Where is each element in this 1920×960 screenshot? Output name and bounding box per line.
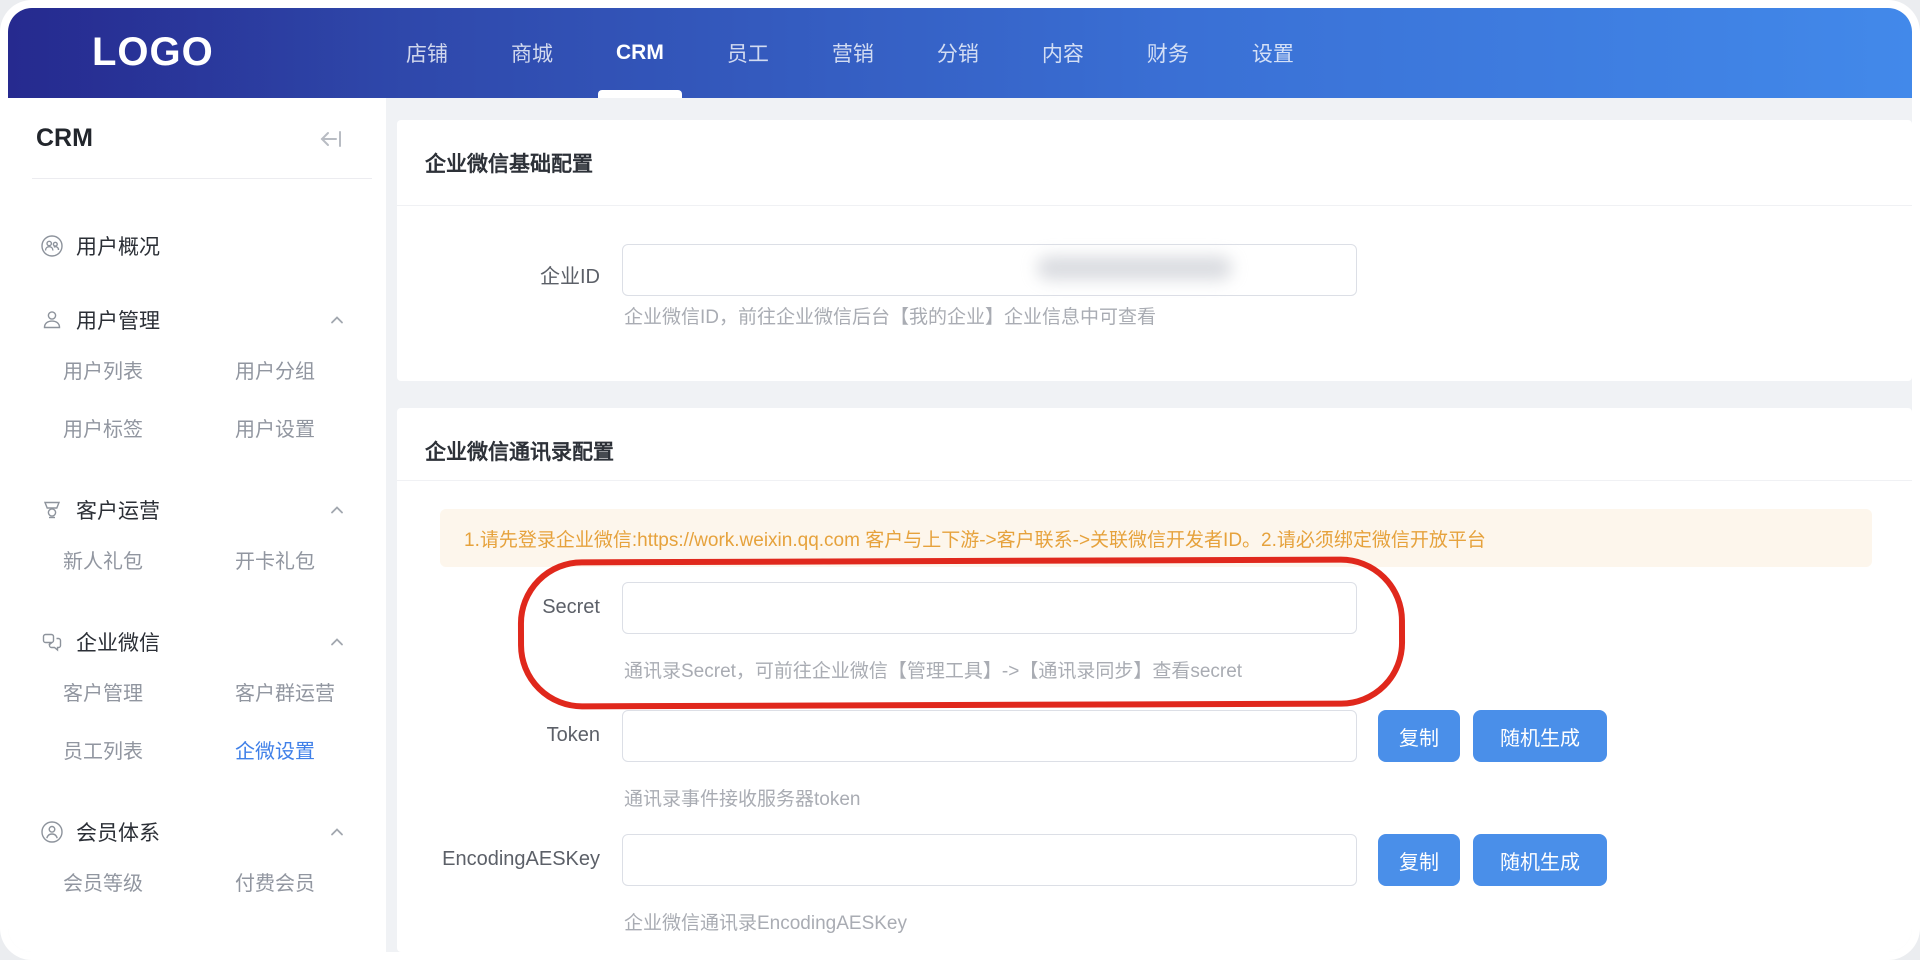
secret-help: 通讯录Secret，可前往企业微信【管理工具】->【通讯录同步】查看secret xyxy=(624,656,1242,683)
sidebar-subitem-wework-settings[interactable]: 企微设置 xyxy=(235,723,386,781)
token-label: Token xyxy=(397,724,600,747)
sidebar-subitem-member-level[interactable]: 会员等级 xyxy=(63,855,235,913)
sidebar-subitem-customer-management[interactable]: 客户管理 xyxy=(63,665,235,723)
top-nav-bar: LOGO 店铺 商城 CRM 员工 营销 分销 内容 财务 设置 xyxy=(8,8,1912,98)
sidebar-subitem-user-setting[interactable]: 用户设置 xyxy=(235,401,386,459)
nav-tab-settings[interactable]: 设置 xyxy=(1250,8,1296,98)
aeskey-copy-button[interactable]: 复制 xyxy=(1378,834,1460,886)
chevron-up-icon[interactable] xyxy=(328,311,346,329)
token-input[interactable] xyxy=(622,710,1357,762)
logo: LOGO xyxy=(92,30,214,75)
sidebar-subitem-staff-list[interactable]: 员工列表 xyxy=(63,723,235,781)
section-divider xyxy=(397,480,1912,481)
sidebar-subitem-newcomer-gift[interactable]: 新人礼包 xyxy=(63,533,235,591)
sidebar-subitem-user-group[interactable]: 用户分组 xyxy=(235,343,386,401)
users-overview-icon xyxy=(40,234,64,258)
chevron-up-icon[interactable] xyxy=(328,633,346,651)
user-icon xyxy=(40,308,64,332)
section-wework-contacts-config: 企业微信通讯录配置 1.请先登录企业微信:https://work.weixin… xyxy=(397,408,1912,952)
section-title: 企业微信基础配置 xyxy=(425,148,593,178)
collapse-left-icon xyxy=(318,126,344,152)
chevron-up-icon[interactable] xyxy=(328,823,346,841)
sidebar-item-wework[interactable]: 企业微信 xyxy=(8,619,386,665)
nav-tab-store[interactable]: 店铺 xyxy=(404,8,450,98)
nav-tab-marketing[interactable]: 营销 xyxy=(830,8,876,98)
nav-tab-mall[interactable]: 商城 xyxy=(509,8,555,98)
chevron-up-icon[interactable] xyxy=(328,501,346,519)
customer-operation-icon xyxy=(40,498,64,522)
sidebar-item-label: 客户运营 xyxy=(76,495,328,525)
token-help: 通讯录事件接收服务器token xyxy=(624,784,860,811)
aeskey-input[interactable] xyxy=(622,834,1357,886)
member-icon xyxy=(40,820,64,844)
nav-tab-finance[interactable]: 财务 xyxy=(1145,8,1191,98)
nav-tab-distribution[interactable]: 分销 xyxy=(935,8,981,98)
sidebar-title: CRM xyxy=(36,124,93,153)
secret-label: Secret xyxy=(397,596,600,619)
sidebar-collapse-button[interactable] xyxy=(318,126,344,152)
sidebar-subitem-customer-group-operation[interactable]: 客户群运营 xyxy=(235,665,386,723)
sidebar-item-customer-operation[interactable]: 客户运营 xyxy=(8,487,386,533)
sidebar-item-label: 用户管理 xyxy=(76,305,328,335)
secret-input[interactable] xyxy=(622,582,1357,634)
aeskey-random-generate-button[interactable]: 随机生成 xyxy=(1473,834,1607,886)
nav-tab-content[interactable]: 内容 xyxy=(1040,8,1086,98)
corp-id-label: 企业ID xyxy=(397,260,600,289)
sidebar-subitem-card-gift[interactable]: 开卡礼包 xyxy=(235,533,386,591)
app-window: LOGO 店铺 商城 CRM 员工 营销 分销 内容 财务 设置 CRM xyxy=(8,8,1912,952)
section-divider xyxy=(397,205,1912,206)
token-copy-button[interactable]: 复制 xyxy=(1378,710,1460,762)
corp-id-input[interactable] xyxy=(622,244,1357,296)
section-title: 企业微信通讯录配置 xyxy=(425,436,614,466)
sidebar-subitem-user-tag[interactable]: 用户标签 xyxy=(63,401,235,459)
main-content: 企业微信基础配置 企业ID 企业微信ID，前往企业微信后台【我的企业】企业信息中… xyxy=(397,98,1912,952)
primary-nav: 店铺 商城 CRM 员工 营销 分销 内容 财务 设置 xyxy=(404,8,1296,98)
sidebar-item-user-management[interactable]: 用户管理 xyxy=(8,297,386,343)
notice-banner: 1.请先登录企业微信:https://work.weixin.qq.com 客户… xyxy=(440,509,1872,567)
aeskey-label: EncodingAESKey xyxy=(397,848,600,871)
sidebar: CRM xyxy=(8,98,386,952)
sidebar-item-user-overview[interactable]: 用户概况 xyxy=(8,223,386,269)
nav-tab-staff[interactable]: 员工 xyxy=(725,8,771,98)
sidebar-subitem-user-list[interactable]: 用户列表 xyxy=(63,343,235,401)
sidebar-item-membership[interactable]: 会员体系 xyxy=(8,809,386,855)
sidebar-item-label: 企业微信 xyxy=(76,627,328,657)
corp-id-help: 企业微信ID，前往企业微信后台【我的企业】企业信息中可查看 xyxy=(624,302,1156,329)
sidebar-item-label: 用户概况 xyxy=(76,231,346,261)
sidebar-menu: 用户概况 用户管理 xyxy=(8,179,386,913)
wework-chat-icon xyxy=(40,630,64,654)
nav-tab-crm[interactable]: CRM xyxy=(614,8,666,98)
aeskey-help: 企业微信通讯录EncodingAESKey xyxy=(624,908,907,935)
token-random-generate-button[interactable]: 随机生成 xyxy=(1473,710,1607,762)
sidebar-subitem-paid-member[interactable]: 付费会员 xyxy=(235,855,386,913)
sidebar-item-label: 会员体系 xyxy=(76,817,328,847)
section-wework-basic-config: 企业微信基础配置 企业ID 企业微信ID，前往企业微信后台【我的企业】企业信息中… xyxy=(397,120,1912,381)
